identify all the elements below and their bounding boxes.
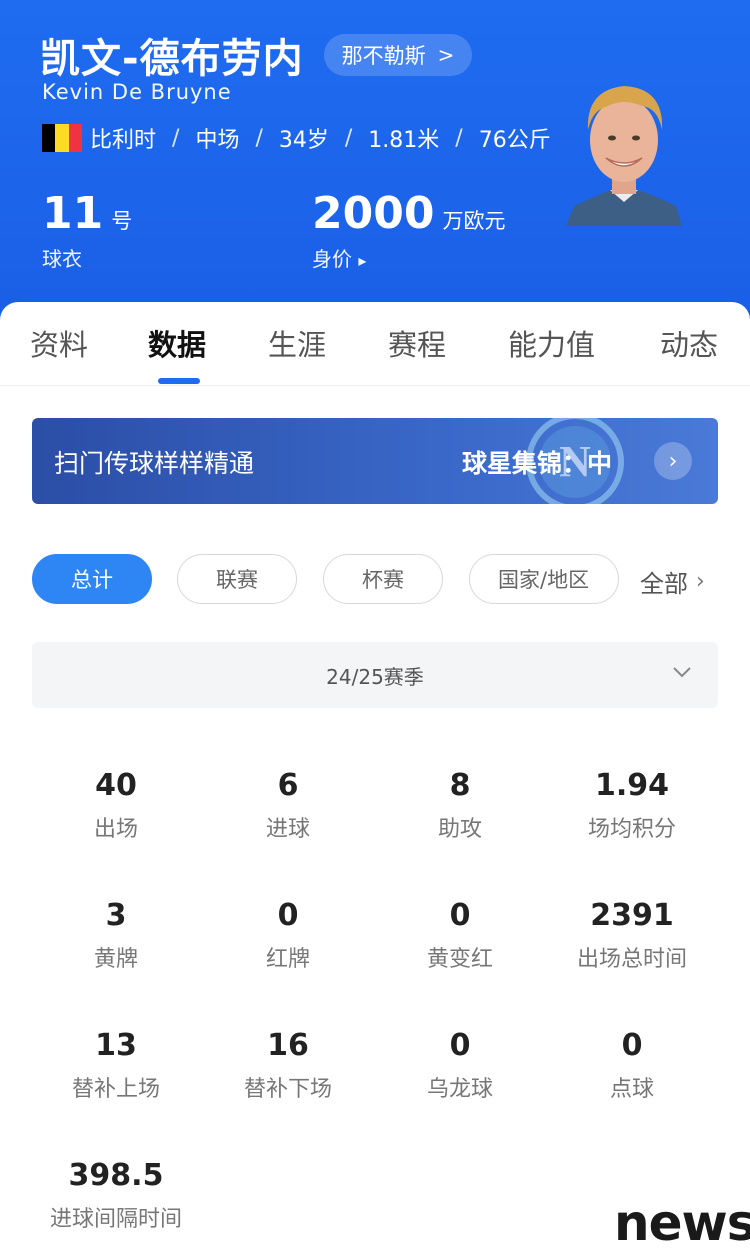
jersey-unit: 号 [111, 209, 133, 233]
banner-subtitle: 球星集锦：中 [462, 449, 613, 478]
filter-all-label: 全部 [640, 570, 688, 598]
separator: / [172, 125, 180, 151]
tab-bar: 资料 数据 生涯 赛程 能力值 动态 [0, 302, 750, 386]
stat-yellow-cards: 3 黄牌 [30, 898, 202, 973]
position: 中场 [195, 128, 240, 153]
market-value-label[interactable]: 身价 ▸ [312, 243, 505, 272]
name-row: 凯文-德布劳内 那不勒斯 > [40, 26, 473, 84]
news-watermark: news [614, 1194, 750, 1251]
nationality: 比利时 [90, 128, 157, 153]
tab-profile[interactable]: 资料 [30, 322, 88, 364]
stat-value: 40 [95, 768, 137, 803]
stat-own-goals: 0 乌龙球 [374, 1028, 546, 1103]
stat-label: 进球 [265, 817, 310, 842]
market-value-block[interactable]: 2000 万欧元 身价 ▸ [312, 188, 505, 272]
banner-title: 扫门传球样样精通 [54, 449, 255, 478]
stat-label: 乌龙球 [426, 1077, 493, 1102]
jersey-block: 11 号 球衣 [42, 188, 132, 272]
stat-label: 进球间隔时间 [49, 1207, 182, 1232]
separator: / [344, 125, 353, 151]
jersey-number: 11 [42, 188, 104, 239]
market-value-unit: 万欧元 [442, 209, 506, 233]
stat-appearances: 40 出场 [30, 768, 202, 843]
stat-label: 助攻 [437, 817, 482, 842]
stat-value: 8 [449, 768, 471, 803]
stat-label: 黄变红 [426, 947, 493, 972]
stat-value: 2391 [590, 898, 674, 933]
tab-ability[interactable]: 能力值 [508, 322, 595, 364]
stat-label: 红牌 [265, 947, 310, 972]
stat-value: 16 [267, 1028, 309, 1063]
player-name: 凯文-德布劳内 [40, 36, 304, 82]
market-value-label-text: 身价 [312, 247, 352, 271]
player-english-name: Kevin De Bruyne [42, 80, 232, 104]
active-tab-indicator [158, 378, 200, 384]
jersey-label: 球衣 [42, 247, 82, 271]
filter-total[interactable]: 总计 [32, 554, 152, 604]
stat-value: 6 [277, 768, 299, 803]
stat-label: 点球 [609, 1077, 654, 1102]
season-value: 24/25赛季 [326, 664, 424, 689]
highlights-banner[interactable]: 扫门传球样样精通 N 球星集锦：中 › [32, 418, 718, 504]
stat-label: 替补上场 [71, 1077, 160, 1102]
stat-penalties: 0 点球 [546, 1028, 718, 1103]
filter-country[interactable]: 国家/地区 [469, 554, 619, 604]
height: 1.81米 [368, 128, 440, 153]
tab-career[interactable]: 生涯 [268, 322, 326, 364]
market-value: 2000 [312, 188, 435, 239]
stat-points-per-game: 1.94 场均积分 [546, 768, 718, 843]
chevron-right-icon: › [696, 569, 705, 594]
stat-value: 1.94 [594, 768, 670, 803]
stat-minutes-played: 2391 出场总时间 [546, 898, 718, 973]
player-avatar [566, 86, 682, 226]
stat-value: 0 [449, 898, 471, 933]
stat-assists: 8 助攻 [374, 768, 546, 843]
age: 34岁 [278, 128, 329, 153]
stat-label: 替补下场 [243, 1077, 332, 1102]
club-name: 那不勒斯 [341, 44, 426, 68]
stat-minutes-per-goal: 398.5 进球间隔时间 [30, 1158, 202, 1233]
filter-all-button[interactable]: 全部 › [640, 564, 705, 599]
tab-news[interactable]: 动态 [660, 322, 718, 364]
stat-sub-off: 16 替补下场 [202, 1028, 374, 1103]
stat-label: 出场 [93, 817, 138, 842]
stat-second-yellow: 0 黄变红 [374, 898, 546, 973]
stat-sub-on: 13 替补上场 [30, 1028, 202, 1103]
stat-value: 13 [95, 1028, 137, 1063]
player-header: 凯文-德布劳内 那不勒斯 > Kevin De Bruyne 比利时 / 中场 … [0, 0, 750, 330]
separator: / [455, 125, 463, 151]
content-panel: 资料 数据 生涯 赛程 能力值 动态 扫门传球样样精通 N 球星集锦：中 › 总… [0, 302, 750, 1251]
chevron-right-icon: > [437, 43, 455, 67]
chevron-down-icon [673, 667, 691, 678]
player-info-row: 比利时 / 中场 / 34岁 / 1.81米 / 76公斤 [42, 122, 551, 154]
stat-value: 398.5 [68, 1158, 164, 1193]
club-button[interactable]: 那不勒斯 > [323, 34, 473, 76]
stat-goals: 6 进球 [202, 768, 374, 843]
weight: 76公斤 [478, 128, 551, 153]
stat-red-cards: 0 红牌 [202, 898, 374, 973]
tab-stats[interactable]: 数据 [148, 322, 206, 364]
belgium-flag-icon [42, 124, 82, 152]
separator: / [255, 125, 263, 151]
chevron-right-icon[interactable]: › [654, 442, 692, 480]
stat-label: 出场总时间 [576, 947, 687, 972]
stat-label: 场均积分 [587, 817, 676, 842]
filter-league[interactable]: 联赛 [177, 554, 297, 604]
stat-value: 0 [621, 1028, 643, 1063]
caret-right-icon: ▸ [358, 251, 367, 270]
stat-value: 0 [449, 1028, 471, 1063]
filter-cup[interactable]: 杯赛 [323, 554, 443, 604]
stat-value: 3 [105, 898, 127, 933]
stat-label: 黄牌 [93, 947, 138, 972]
stat-value: 0 [277, 898, 299, 933]
season-select[interactable]: 24/25赛季 [32, 642, 718, 708]
tab-schedule[interactable]: 赛程 [388, 322, 446, 364]
